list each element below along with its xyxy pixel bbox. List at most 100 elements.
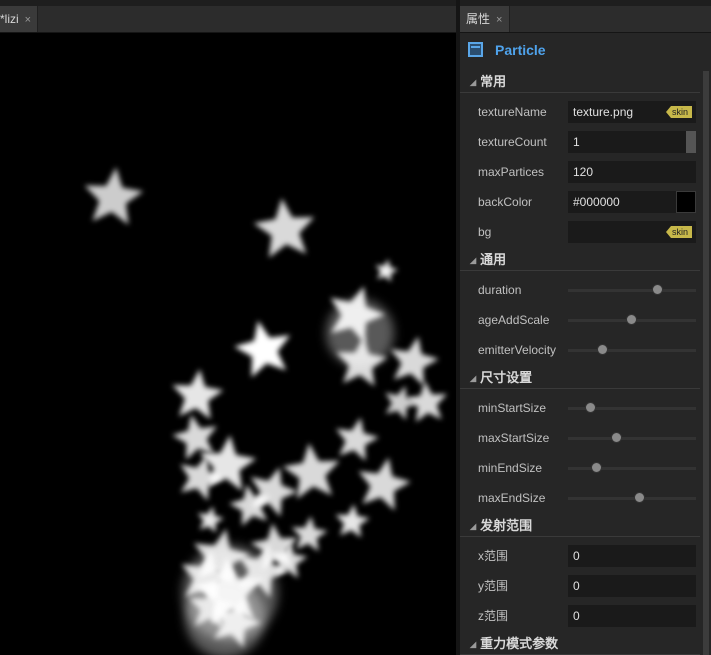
scrollbar-thumb[interactable] [703, 71, 709, 655]
properties-tabbar: 属性 × [460, 6, 711, 33]
maxStartSize-slider[interactable] [568, 432, 696, 443]
panel-scrollbar[interactable] [703, 71, 709, 655]
maxPartices-label: maxPartices [478, 165, 545, 179]
emitterVelocity-label: emitterVelocity [478, 343, 557, 357]
section-gravity[interactable]: ◢ 重力模式参数 [460, 634, 700, 655]
textureName-value: texture.png [573, 105, 634, 119]
section-emit-range-label: 发射范围 [480, 518, 533, 533]
collapse-triangle-icon[interactable]: ◢ [470, 517, 476, 537]
duration-slider[interactable] [568, 284, 696, 295]
particle-star [84, 167, 144, 225]
particle-star [234, 320, 291, 378]
minStartSize-label: minStartSize [478, 401, 547, 415]
yRange-input[interactable]: 0 [568, 575, 696, 597]
skin-tag[interactable]: skin [665, 226, 692, 238]
xRange-label: x范围 [478, 549, 509, 563]
tab-lizi[interactable]: *lizi × [0, 6, 39, 32]
section-general[interactable]: ◢ 通用 [460, 250, 700, 271]
xRange-value: 0 [573, 549, 580, 563]
particle-stars [84, 167, 448, 655]
backColor-input[interactable]: #000000 [568, 191, 696, 213]
yRange-label: y范围 [478, 579, 509, 593]
section-common[interactable]: ◢ 常用 [460, 72, 700, 93]
maxEndSize-label: maxEndSize [478, 491, 546, 505]
backColor-label: backColor [478, 195, 533, 209]
maxPartices-input[interactable]: 120 [568, 161, 696, 183]
section-emit-range[interactable]: ◢ 发射范围 [460, 516, 700, 537]
row-ageAddScale: ageAddScale [460, 305, 700, 335]
maxEndSize-slider[interactable] [568, 492, 696, 503]
component-header: Particle [460, 33, 711, 67]
row-zRange: z范围 0 [460, 601, 700, 631]
textureCount-input[interactable]: 1 [568, 131, 696, 153]
close-icon[interactable]: × [25, 14, 31, 26]
tab-properties-label: 属性 [466, 12, 491, 26]
textureName-label: textureName [478, 105, 547, 119]
stepper-handle[interactable] [686, 131, 696, 153]
xRange-input[interactable]: 0 [568, 545, 696, 567]
section-common-label: 常用 [480, 74, 507, 89]
row-yRange: y范围 0 [460, 571, 700, 601]
particle-star [291, 516, 328, 552]
row-bg: bg skin [460, 217, 700, 247]
minEndSize-slider[interactable] [568, 462, 696, 473]
emitterVelocity-slider[interactable] [568, 344, 696, 355]
slider-thumb[interactable] [591, 462, 603, 473]
particle-glow [185, 578, 265, 655]
particle-preview-canvas[interactable] [0, 33, 456, 655]
section-gravity-label: 重力模式参数 [480, 636, 559, 651]
collapse-triangle-icon[interactable]: ◢ [470, 369, 476, 389]
row-backColor: backColor #000000 [460, 187, 700, 217]
row-xRange: x范围 0 [460, 541, 700, 571]
bg-input[interactable]: skin [568, 221, 696, 243]
row-minEndSize: minEndSize [460, 453, 700, 483]
particle-star [197, 506, 224, 533]
panel-icon [468, 42, 483, 57]
component-title: Particle [495, 42, 546, 58]
textureName-input[interactable]: texture.png skin [568, 101, 696, 123]
maxStartSize-label: maxStartSize [478, 431, 550, 445]
properties-panel: Particle ◢ 常用 textureName texture.png ski… [460, 33, 711, 655]
particle-glow [326, 299, 394, 367]
row-maxPartices: maxPartices 120 [460, 157, 700, 187]
slider-thumb[interactable] [633, 492, 645, 503]
section-general-label: 通用 [480, 252, 507, 267]
row-textureName: textureName texture.png skin [460, 97, 700, 127]
collapse-triangle-icon[interactable]: ◢ [470, 73, 476, 93]
slider-thumb[interactable] [596, 344, 608, 355]
row-textureCount: textureCount 1 [460, 127, 700, 157]
minStartSize-slider[interactable] [568, 402, 696, 413]
color-swatch[interactable] [676, 191, 696, 213]
zRange-input[interactable]: 0 [568, 605, 696, 627]
ageAddScale-slider[interactable] [568, 314, 696, 325]
yRange-value: 0 [573, 579, 580, 593]
tab-properties[interactable]: 属性 × [460, 6, 510, 32]
slider-thumb[interactable] [585, 402, 597, 413]
bg-label: bg [478, 225, 492, 239]
row-minStartSize: minStartSize [460, 393, 700, 423]
collapse-triangle-icon[interactable]: ◢ [470, 635, 476, 655]
minEndSize-label: minEndSize [478, 461, 543, 475]
particle-star [336, 417, 379, 461]
ageAddScale-label: ageAddScale [478, 313, 550, 327]
slider-thumb[interactable] [626, 314, 637, 325]
section-size[interactable]: ◢ 尺寸设置 [460, 368, 700, 389]
particle-star [390, 336, 439, 386]
skin-tag[interactable]: skin [665, 106, 692, 118]
maxPartices-value: 120 [573, 165, 594, 179]
particle-star [172, 369, 224, 420]
section-size-label: 尺寸设置 [480, 370, 533, 385]
slider-thumb[interactable] [610, 432, 622, 443]
particle-star [375, 259, 398, 282]
row-maxStartSize: maxStartSize [460, 423, 700, 453]
duration-label: duration [478, 283, 522, 297]
zRange-value: 0 [573, 609, 580, 623]
row-duration: duration [460, 275, 700, 305]
particle-star [172, 414, 217, 460]
collapse-triangle-icon[interactable]: ◢ [470, 251, 476, 271]
slider-thumb[interactable] [651, 284, 663, 295]
particle-star [253, 198, 315, 258]
textureCount-label: textureCount [478, 135, 547, 149]
textureCount-value: 1 [573, 135, 580, 149]
close-icon[interactable]: × [496, 14, 502, 26]
